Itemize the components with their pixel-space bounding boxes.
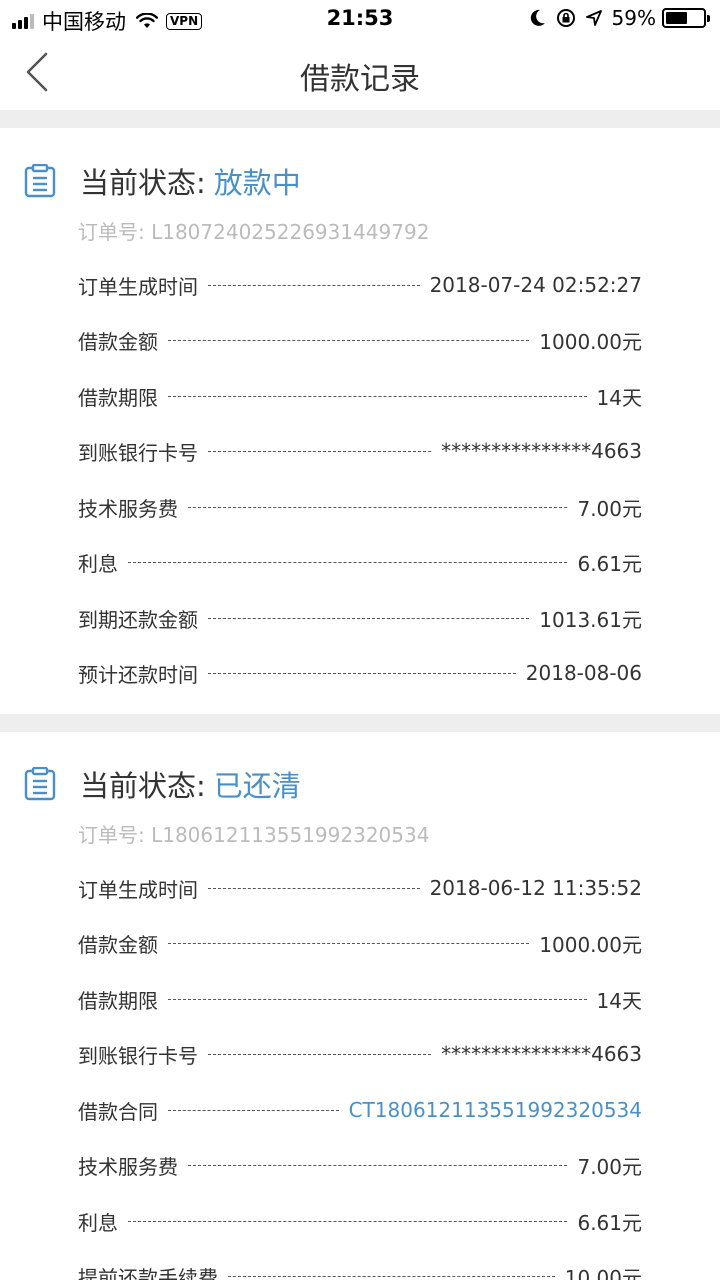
dashed-leader: [188, 506, 568, 508]
detail-row-order-time: 订单生成时间 2018-07-24 02:52:27: [78, 270, 642, 300]
nav-bar: 借款记录: [0, 36, 720, 110]
detail-row-service-fee: 技术服务费 7.00元: [78, 1150, 642, 1180]
detail-label: 借款合同: [78, 1099, 158, 1124]
dashed-leader: [208, 617, 530, 619]
loan-record-card: 当前状态: 放款中 订单号: L180724025226931449792 订单…: [0, 156, 720, 716]
status-label: 当前状态:: [80, 769, 206, 803]
detail-label: 借款金额: [78, 329, 158, 354]
detail-label: 到账银行卡号: [78, 1043, 198, 1068]
dashed-leader: [168, 339, 530, 341]
detail-row-due-date: 预计还款时间 2018-08-06: [78, 658, 642, 688]
detail-row-term: 借款期限 14天: [78, 381, 642, 411]
detail-label: 借款金额: [78, 932, 158, 957]
detail-value: 2018-08-06: [525, 661, 642, 685]
dashed-leader: [168, 395, 587, 397]
detail-row-due-amount: 到期还款金额 1013.61元: [78, 603, 642, 633]
moon-icon: [530, 9, 545, 26]
detail-value: 7.00元: [577, 496, 642, 521]
dashed-leader: [168, 942, 530, 944]
loan-record-card: 当前状态: 已还清 订单号: L180612113551992320534 订单…: [0, 759, 720, 1280]
dashed-leader: [188, 1164, 568, 1166]
detail-row-amount: 借款金额 1000.00元: [78, 928, 642, 958]
detail-value: 14天: [596, 385, 642, 410]
contract-link[interactable]: CT180612113551992320534: [349, 1098, 642, 1122]
status-value: 放款中: [213, 166, 301, 200]
detail-value: ***************4663: [441, 1042, 642, 1066]
detail-row-interest: 利息 6.61元: [78, 1206, 642, 1236]
battery-percent: 59%: [611, 6, 656, 30]
loan-records-page: 中国移动 VPN 21:53 59% 借款记录 当前状态: 放款中 订单号: L…: [0, 0, 720, 1280]
detail-value: 1000.00元: [539, 329, 642, 354]
dashed-leader: [128, 1220, 568, 1222]
detail-value: 7.00元: [577, 1154, 642, 1179]
detail-row-term: 借款期限 14天: [78, 984, 642, 1014]
detail-label: 利息: [78, 551, 118, 576]
detail-label: 提前还款手续费: [78, 1265, 218, 1280]
page-title: 借款记录: [300, 62, 420, 97]
clipboard-icon: [24, 767, 56, 801]
dashed-leader: [168, 998, 587, 1000]
detail-row-bank-card: 到账银行卡号 ***************4663: [78, 436, 642, 466]
detail-value: 2018-06-12 11:35:52: [429, 876, 642, 900]
rotation-lock-icon: [556, 9, 575, 27]
detail-value: 1000.00元: [539, 932, 642, 957]
detail-label: 技术服务费: [78, 1154, 178, 1179]
detail-row-amount: 借款金额 1000.00元: [78, 325, 642, 355]
dashed-leader: [128, 561, 568, 563]
detail-value: 14天: [596, 988, 642, 1013]
section-divider: [0, 110, 720, 128]
record-status-header: 当前状态: 已还清: [24, 759, 301, 809]
detail-value: 10.00元: [564, 1265, 642, 1280]
clipboard-icon: [24, 164, 56, 198]
section-divider: [0, 714, 720, 732]
detail-value: 6.61元: [577, 1210, 642, 1235]
detail-label: 到账银行卡号: [78, 440, 198, 465]
detail-label: 到期还款金额: [78, 607, 198, 632]
record-status-header: 当前状态: 放款中: [24, 156, 301, 206]
location-arrow-icon: [585, 10, 602, 26]
dashed-leader: [168, 1109, 339, 1111]
detail-row-interest: 利息 6.61元: [78, 547, 642, 577]
dashed-leader: [208, 450, 432, 452]
battery-icon: [662, 8, 710, 28]
detail-label: 利息: [78, 1210, 118, 1235]
status-bar: 中国移动 VPN 21:53 59%: [0, 0, 720, 36]
detail-row-service-fee: 技术服务费 7.00元: [78, 492, 642, 522]
dashed-leader: [208, 1053, 432, 1055]
order-number: 订单号: L180612113551992320534: [78, 823, 430, 847]
dashed-leader: [228, 1275, 555, 1277]
detail-row-contract: 借款合同 CT180612113551992320534: [78, 1095, 642, 1125]
order-number: 订单号: L180724025226931449792: [78, 220, 430, 244]
status-label: 当前状态:: [80, 166, 206, 200]
detail-value: 2018-07-24 02:52:27: [429, 273, 642, 297]
detail-label: 订单生成时间: [78, 274, 198, 299]
detail-value: 6.61元: [577, 551, 642, 576]
status-value: 已还清: [213, 769, 301, 803]
detail-value: 1013.61元: [539, 607, 642, 632]
dashed-leader: [208, 672, 516, 674]
detail-label: 预计还款时间: [78, 662, 198, 687]
detail-label: 订单生成时间: [78, 877, 198, 902]
status-bar-right: 59%: [520, 6, 710, 30]
detail-row-prepay-fee: 提前还款手续费 10.00元: [78, 1261, 642, 1280]
detail-row-order-time: 订单生成时间 2018-06-12 11:35:52: [78, 873, 642, 903]
detail-label: 借款期限: [78, 988, 158, 1013]
detail-row-bank-card: 到账银行卡号 ***************4663: [78, 1039, 642, 1069]
dashed-leader: [208, 284, 420, 286]
dashed-leader: [208, 887, 420, 889]
detail-value: ***************4663: [441, 439, 642, 463]
detail-label: 技术服务费: [78, 496, 178, 521]
detail-label: 借款期限: [78, 385, 158, 410]
